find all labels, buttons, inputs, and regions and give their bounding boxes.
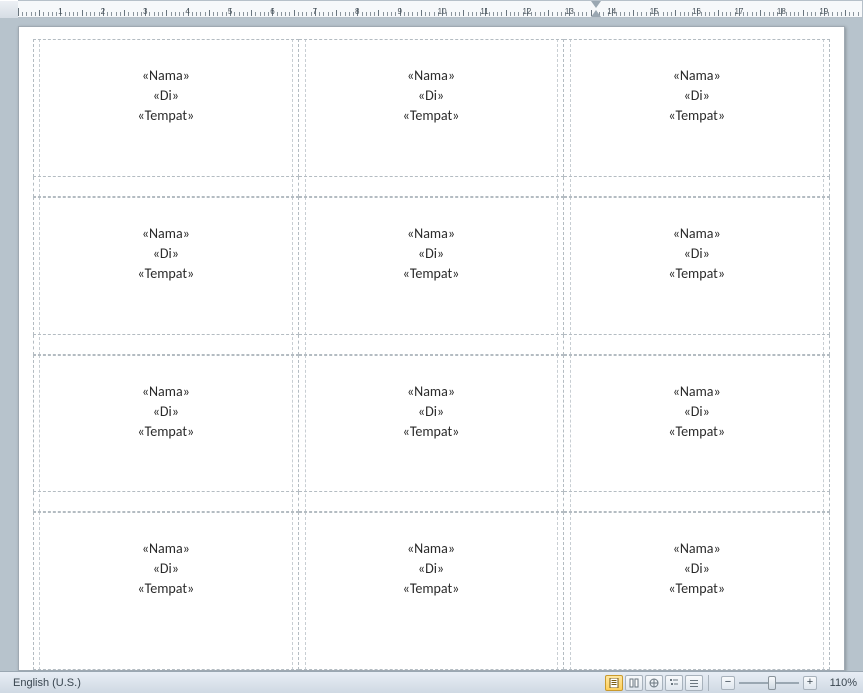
label-row: «Nama»«Di»«Tempat»«Nama»«Di»«Tempat»«Nam… — [33, 355, 830, 513]
merge-field[interactable]: «Di» — [684, 402, 710, 422]
ruler-number: 7 — [313, 8, 317, 16]
merge-field[interactable]: «Nama» — [673, 224, 721, 244]
ruler-number: 4 — [185, 8, 189, 16]
outline-icon — [669, 678, 679, 688]
merge-field[interactable]: «Di» — [418, 402, 444, 422]
view-outline-button[interactable] — [665, 675, 683, 691]
ruler-number: 6 — [270, 8, 274, 16]
merge-field[interactable]: «Tempat» — [668, 422, 725, 442]
first-line-indent-marker[interactable] — [591, 1, 601, 8]
merge-field[interactable]: «Di» — [684, 244, 710, 264]
merge-field[interactable]: «Nama» — [142, 66, 190, 86]
merge-field[interactable]: «Tempat» — [137, 579, 194, 599]
zoom-controls: − + 110% — [721, 676, 857, 690]
document-page: «Nama»«Di»«Tempat»«Nama»«Di»«Tempat»«Nam… — [18, 26, 845, 671]
ruler-number: 16 — [692, 8, 701, 16]
merge-field[interactable]: «Di» — [684, 559, 710, 579]
merge-field[interactable]: «Nama» — [142, 382, 190, 402]
ruler-number: 11 — [480, 8, 488, 16]
view-web-layout-button[interactable] — [645, 675, 663, 691]
zoom-in-button[interactable]: + — [803, 676, 817, 690]
ruler-number: 14 — [607, 8, 616, 16]
merge-field[interactable]: «Di» — [153, 244, 179, 264]
merge-field[interactable]: «Tempat» — [403, 106, 460, 126]
zoom-slider[interactable] — [739, 676, 799, 690]
view-full-screen-reading-button[interactable] — [625, 675, 643, 691]
merge-field[interactable]: «Nama» — [142, 224, 190, 244]
label-cell[interactable]: «Nama»«Di»«Tempat» — [564, 512, 830, 670]
merge-field[interactable]: «Nama» — [142, 539, 190, 559]
zoom-out-button[interactable]: − — [721, 676, 735, 690]
merge-field[interactable]: «Nama» — [407, 382, 455, 402]
ruler-number: 1 — [58, 8, 62, 16]
merge-field[interactable]: «Tempat» — [403, 579, 460, 599]
zoom-level[interactable]: 110% — [823, 677, 857, 689]
merge-field[interactable]: «Tempat» — [137, 422, 194, 442]
merge-field[interactable]: «Nama» — [407, 66, 455, 86]
view-print-layout-button[interactable] — [605, 675, 623, 691]
label-cell[interactable]: «Nama»«Di»«Tempat» — [33, 355, 299, 513]
label-cell[interactable]: «Nama»«Di»«Tempat» — [564, 355, 830, 513]
merge-field[interactable]: «Nama» — [407, 224, 455, 244]
merge-field[interactable]: «Di» — [153, 402, 179, 422]
merge-field[interactable]: «Tempat» — [137, 264, 194, 284]
horizontal-ruler[interactable]: 1234567891011121314151617181920 — [0, 0, 863, 19]
language-status[interactable]: English (U.S.) — [6, 675, 88, 691]
globe-icon — [649, 678, 659, 688]
ruler-number: 5 — [228, 8, 232, 16]
draft-icon — [689, 678, 699, 688]
merge-field[interactable]: «Di» — [418, 559, 444, 579]
view-draft-button[interactable] — [685, 675, 703, 691]
merge-field[interactable]: «Tempat» — [668, 264, 725, 284]
label-cell[interactable]: «Nama»«Di»«Tempat» — [33, 197, 299, 355]
label-row: «Nama»«Di»«Tempat»«Nama»«Di»«Tempat»«Nam… — [33, 39, 830, 197]
ruler-number: 12 — [522, 8, 531, 16]
ruler-number: 17 — [735, 8, 744, 16]
separator — [708, 675, 709, 691]
ruler-number: 2 — [101, 8, 105, 16]
ruler-number: 8 — [355, 8, 359, 16]
merge-field[interactable]: «Nama» — [673, 66, 721, 86]
merge-field[interactable]: «Tempat» — [668, 106, 725, 126]
ruler-number: 19 — [819, 8, 828, 16]
document-workspace: «Nama»«Di»«Tempat»«Nama»«Di»«Tempat»«Nam… — [0, 18, 863, 671]
merge-field[interactable]: «Tempat» — [403, 422, 460, 442]
ruler-number: 18 — [777, 8, 786, 16]
merge-field[interactable]: «Di» — [684, 86, 710, 106]
ruler-number: 3 — [143, 8, 147, 16]
merge-field[interactable]: «Tempat» — [137, 106, 194, 126]
merge-field[interactable]: «Nama» — [407, 539, 455, 559]
page-icon — [609, 678, 619, 688]
label-cell[interactable]: «Nama»«Di»«Tempat» — [564, 197, 830, 355]
ruler-number: 15 — [650, 8, 659, 16]
label-grid: «Nama»«Di»«Tempat»«Nama»«Di»«Tempat»«Nam… — [33, 39, 830, 670]
book-icon — [629, 678, 639, 688]
merge-field[interactable]: «Di» — [418, 244, 444, 264]
label-cell[interactable]: «Nama»«Di»«Tempat» — [299, 39, 565, 197]
label-cell[interactable]: «Nama»«Di»«Tempat» — [33, 512, 299, 670]
merge-field[interactable]: «Nama» — [673, 539, 721, 559]
merge-field[interactable]: «Nama» — [673, 382, 721, 402]
merge-field[interactable]: «Di» — [153, 86, 179, 106]
merge-field[interactable]: «Tempat» — [668, 579, 725, 599]
label-cell[interactable]: «Nama»«Di»«Tempat» — [299, 512, 565, 670]
merge-field[interactable]: «Tempat» — [403, 264, 460, 284]
ruler-number: 13 — [565, 8, 574, 16]
ruler-number: 10 — [438, 8, 447, 16]
label-row: «Nama»«Di»«Tempat»«Nama»«Di»«Tempat»«Nam… — [33, 197, 830, 355]
status-bar: English (U.S.) − + 110% — [0, 671, 863, 693]
merge-field[interactable]: «Di» — [418, 86, 444, 106]
merge-field[interactable]: «Di» — [153, 559, 179, 579]
label-cell[interactable]: «Nama»«Di»«Tempat» — [33, 39, 299, 197]
label-cell[interactable]: «Nama»«Di»«Tempat» — [299, 197, 565, 355]
label-cell[interactable]: «Nama»«Di»«Tempat» — [299, 355, 565, 513]
hanging-indent-marker[interactable] — [591, 10, 601, 17]
label-cell[interactable]: «Nama»«Di»«Tempat» — [564, 39, 830, 197]
label-row: «Nama»«Di»«Tempat»«Nama»«Di»«Tempat»«Nam… — [33, 512, 830, 670]
ruler-number: 9 — [397, 8, 401, 16]
